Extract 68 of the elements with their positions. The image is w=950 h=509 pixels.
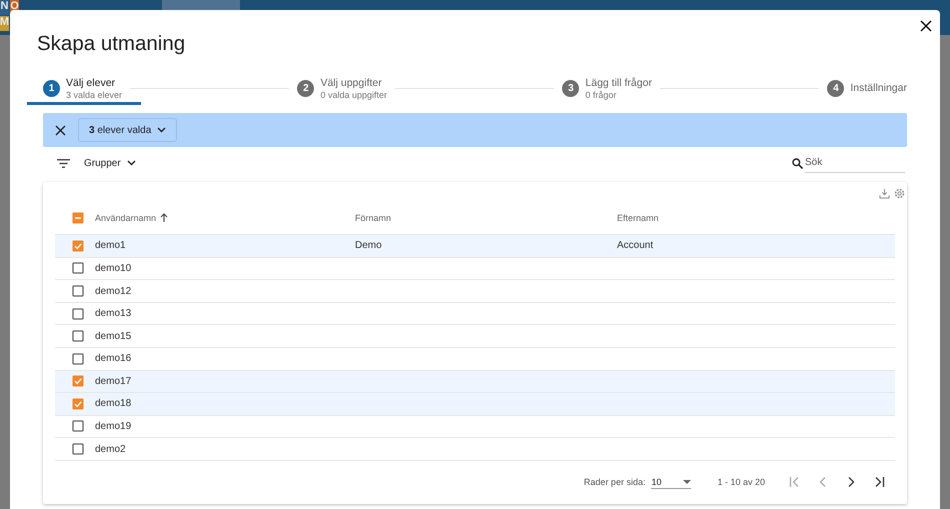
first-chevron-icon <box>789 476 801 488</box>
table-cell-text: demo15 <box>95 330 132 342</box>
table-row[interactable]: demo18 <box>55 393 895 416</box>
caret-icon <box>157 127 166 133</box>
step-sublabel: 3 valda elever <box>66 90 122 100</box>
logo-tile: M <box>0 16 9 31</box>
column-header[interactable]: Förnamn <box>355 212 392 223</box>
table-row[interactable]: demo13 <box>55 302 895 326</box>
table-cell-text: demo13 <box>95 308 132 320</box>
column-header[interactable]: Användarnamn <box>95 212 156 223</box>
checkbox[interactable] <box>72 352 84 365</box>
checkbox[interactable] <box>72 212 84 224</box>
step-number: 2 <box>297 80 314 96</box>
table-cell-text: demo12 <box>95 286 132 296</box>
clear-selection-button[interactable] <box>55 124 66 136</box>
settings-icon[interactable] <box>894 188 905 200</box>
search-field[interactable]: Sök <box>805 153 905 173</box>
checkbox[interactable] <box>72 308 84 320</box>
groups-dropdown[interactable]: Grupper <box>84 158 136 168</box>
step-number: 4 <box>827 80 844 96</box>
step-sublabel: 0 valda uppgifter <box>320 90 387 100</box>
rows-per-page-select[interactable]: 10 <box>651 476 692 489</box>
table-row[interactable]: demo10 <box>55 258 895 280</box>
selected-count-button[interactable]: 3 elever valda <box>78 118 178 142</box>
checkbox[interactable] <box>72 262 84 274</box>
table-cell-text: Demo <box>355 240 383 252</box>
checkbox[interactable] <box>72 375 84 388</box>
step-sublabel: 0 frågor <box>585 90 618 100</box>
last-chevron-icon <box>873 476 885 488</box>
step-label[interactable]: Välj elever <box>66 76 122 88</box>
table-cell-text: demo17 <box>95 376 132 387</box>
logo-tile: N <box>0 0 9 15</box>
step-label[interactable]: Inställningar <box>850 82 907 94</box>
rows-per-page-value: 10 <box>651 476 662 487</box>
checkbox[interactable] <box>72 330 84 342</box>
sort-arrow-icon[interactable] <box>160 213 168 222</box>
table-cell-text: demo18 <box>95 398 132 410</box>
table-row[interactable]: demo17 <box>55 370 895 394</box>
table-cell-text: demo2 <box>95 444 127 455</box>
checkbox[interactable] <box>72 240 84 252</box>
table-cell-text: demo1 <box>95 240 127 252</box>
table-cell-text: Account <box>617 240 654 252</box>
table-row[interactable]: demo15 <box>55 325 895 348</box>
page-range: 1 - 10 av 20 <box>717 477 765 488</box>
checkbox[interactable] <box>72 443 84 456</box>
checkbox[interactable] <box>72 398 84 410</box>
table-row[interactable]: demo1 Demo Account <box>55 235 895 258</box>
download-icon[interactable] <box>879 188 890 200</box>
table-row[interactable]: demo19 <box>55 416 895 438</box>
table-row[interactable]: demo2 <box>55 438 895 461</box>
table-row[interactable]: demo12 <box>55 280 895 303</box>
table-cell-text: demo16 <box>95 353 132 364</box>
filter-icon[interactable] <box>57 158 70 168</box>
step-number: 1 <box>43 80 60 96</box>
checkbox[interactable] <box>72 420 84 432</box>
step-label[interactable]: Lägg till frågor <box>585 76 652 88</box>
close-button[interactable] <box>920 20 932 32</box>
search-icon <box>792 158 803 168</box>
dropdown-caret-icon <box>683 480 692 484</box>
checkbox[interactable] <box>72 285 84 297</box>
caret-icon <box>126 160 136 166</box>
step-label[interactable]: Välj uppgifter <box>320 76 387 88</box>
rows-per-page-label: Rader per sida: <box>584 477 646 488</box>
table-cell-text: demo19 <box>95 420 132 432</box>
column-header[interactable]: Efternamn <box>617 212 659 223</box>
dialog-title: Skapa utmaning <box>37 32 186 56</box>
step-number: 3 <box>562 80 580 96</box>
table-cell-text: demo10 <box>95 262 132 274</box>
